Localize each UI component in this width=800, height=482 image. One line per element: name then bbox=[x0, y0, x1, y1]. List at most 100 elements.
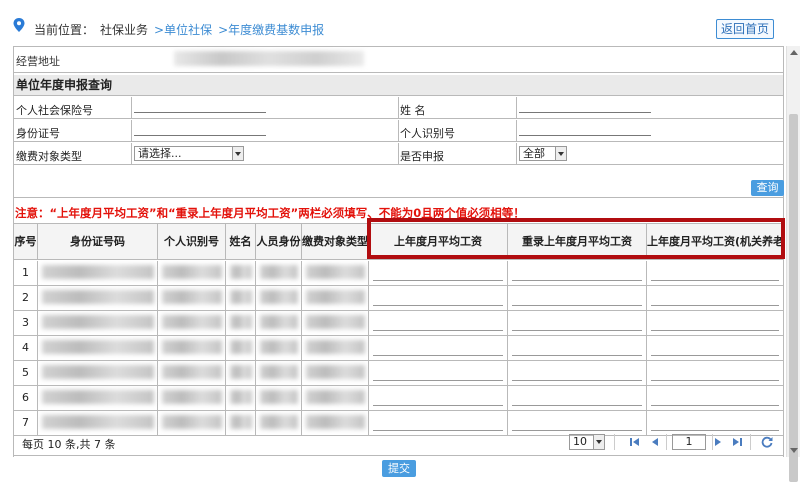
redacted-cell bbox=[38, 361, 158, 385]
id-number-input[interactable] bbox=[134, 135, 266, 136]
redacted-value bbox=[42, 415, 154, 429]
col-header-payer-type: 缴费对象类型 bbox=[302, 224, 369, 260]
wage-input-cell bbox=[647, 386, 783, 410]
last-page-icon[interactable] bbox=[730, 435, 744, 449]
ssn-label: 个人社会保险号 bbox=[16, 104, 93, 117]
wage-input[interactable] bbox=[651, 280, 779, 281]
first-page-icon[interactable] bbox=[628, 435, 642, 449]
form-row-id: 身份证号 个人识别号 bbox=[14, 120, 783, 142]
wage-input-cell bbox=[369, 286, 508, 310]
col-header-reenter-avg-wage: 重录上年度月平均工资 bbox=[508, 224, 647, 260]
row-index: 1 bbox=[14, 261, 38, 285]
wage-input[interactable] bbox=[512, 330, 642, 331]
divider bbox=[750, 434, 751, 450]
prev-page-icon[interactable] bbox=[648, 435, 662, 449]
wage-input[interactable] bbox=[373, 330, 503, 331]
wage-input[interactable] bbox=[651, 355, 779, 356]
redacted-cell bbox=[158, 386, 226, 410]
redacted-value bbox=[230, 415, 252, 429]
refresh-icon[interactable] bbox=[760, 435, 774, 449]
redacted-value bbox=[162, 265, 222, 279]
wage-input[interactable] bbox=[373, 405, 503, 406]
declared-value: 全部 bbox=[523, 147, 545, 160]
current-page-input[interactable]: 1 bbox=[672, 434, 706, 450]
wage-input-cell bbox=[369, 386, 508, 410]
redacted-value bbox=[162, 290, 222, 304]
redacted-value bbox=[230, 390, 252, 404]
ssn-input[interactable] bbox=[134, 112, 266, 113]
wage-input[interactable] bbox=[512, 380, 642, 381]
breadcrumb-root: 社保业务 bbox=[100, 23, 149, 37]
scrollbar-thumb[interactable] bbox=[789, 114, 798, 482]
redacted-value bbox=[230, 265, 252, 279]
redacted-value bbox=[230, 365, 252, 379]
redacted-cell bbox=[226, 386, 256, 410]
divider bbox=[398, 143, 399, 165]
redacted-cell bbox=[158, 261, 226, 285]
chevron-down-icon bbox=[555, 147, 566, 160]
scroll-down-icon[interactable] bbox=[790, 448, 798, 453]
redacted-cell bbox=[256, 311, 302, 335]
wage-input[interactable] bbox=[373, 280, 503, 281]
wage-input[interactable] bbox=[651, 405, 779, 406]
wage-input[interactable] bbox=[651, 330, 779, 331]
divider bbox=[398, 97, 399, 119]
redacted-value bbox=[162, 390, 222, 404]
pager: 每页 10 条,共 7 条 10 1 bbox=[14, 428, 783, 456]
redacted-value bbox=[42, 390, 154, 404]
divider bbox=[131, 120, 132, 142]
declared-select[interactable]: 全部 bbox=[519, 146, 567, 161]
next-page-icon[interactable] bbox=[711, 435, 725, 449]
wage-input-cell bbox=[508, 361, 647, 385]
vertical-scrollbar[interactable] bbox=[786, 46, 800, 482]
redacted-cell bbox=[256, 386, 302, 410]
wage-input[interactable] bbox=[512, 280, 642, 281]
submit-button[interactable]: 提交 bbox=[382, 460, 416, 477]
wage-input[interactable] bbox=[512, 305, 642, 306]
back-home-button[interactable]: 返回首页 bbox=[716, 19, 774, 39]
query-button[interactable]: 查询 bbox=[751, 180, 784, 196]
wage-input[interactable] bbox=[373, 355, 503, 356]
row-index: 2 bbox=[14, 286, 38, 310]
divider bbox=[516, 97, 517, 119]
wage-input[interactable] bbox=[373, 305, 503, 306]
name-input[interactable] bbox=[519, 112, 651, 113]
table-row: 6 bbox=[14, 386, 783, 411]
col-header-avg-wage-gov-pension: 上年度月平均工资(机关养老) bbox=[647, 235, 783, 248]
redacted-value bbox=[42, 290, 154, 304]
redacted-cell bbox=[256, 286, 302, 310]
business-address-value-redacted bbox=[174, 51, 364, 66]
redacted-value bbox=[306, 290, 365, 304]
scroll-up-icon[interactable] bbox=[790, 50, 798, 55]
col-header-id-number: 身份证号码 bbox=[38, 224, 158, 260]
redacted-cell bbox=[226, 311, 256, 335]
redacted-value bbox=[260, 315, 298, 329]
page-size-select[interactable]: 10 bbox=[569, 434, 605, 450]
redacted-value bbox=[260, 365, 298, 379]
wage-input[interactable] bbox=[651, 305, 779, 306]
payer-type-select[interactable]: 请选择... bbox=[134, 146, 244, 161]
wage-input[interactable] bbox=[512, 405, 642, 406]
wage-input-cell bbox=[647, 261, 783, 285]
redacted-value bbox=[162, 315, 222, 329]
wage-input[interactable] bbox=[512, 355, 642, 356]
redacted-value bbox=[162, 415, 222, 429]
payer-type-value: 请选择... bbox=[138, 147, 182, 160]
redacted-value bbox=[260, 415, 298, 429]
redacted-cell bbox=[302, 361, 369, 385]
redacted-value bbox=[42, 365, 154, 379]
breadcrumb-link-annual-base[interactable]: >年度缴费基数申报 bbox=[218, 23, 324, 37]
personal-code-input[interactable] bbox=[519, 135, 651, 136]
breadcrumb-link-unit-insurance[interactable]: >单位社保 bbox=[154, 23, 212, 37]
divider bbox=[666, 434, 667, 450]
notice-text: 注意：“上年度月平均工资”和“重录上年度月平均工资”两栏必须填写、不能为0且两个… bbox=[15, 206, 525, 220]
redacted-value bbox=[306, 340, 365, 354]
redacted-value bbox=[260, 290, 298, 304]
wage-input[interactable] bbox=[651, 380, 779, 381]
divider bbox=[14, 72, 783, 73]
breadcrumb-bar: 当前位置： 社保业务 >单位社保 >年度缴费基数申报 返回首页 bbox=[0, 0, 800, 46]
redacted-cell bbox=[158, 361, 226, 385]
row-index: 3 bbox=[14, 311, 38, 335]
wage-input[interactable] bbox=[373, 380, 503, 381]
